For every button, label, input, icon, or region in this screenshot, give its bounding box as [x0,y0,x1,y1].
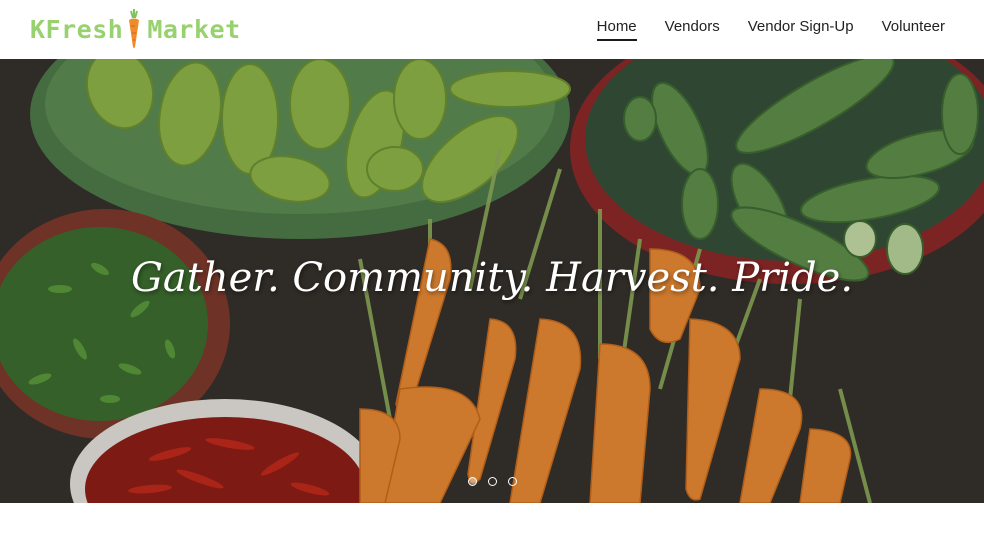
slider-dot-3[interactable] [507,477,517,486]
slider-dot-1[interactable] [467,477,477,486]
hero-tagline: Gather. Community. Harvest. Pride. [130,255,854,301]
slider-dots [0,477,984,486]
hero-slider: Gather. Community. Harvest. Pride. [0,59,984,503]
main-nav: Home Vendors Vendor Sign-Up Volunteer [596,18,945,41]
nav-volunteer[interactable]: Volunteer [882,18,945,41]
nav-vendors[interactable]: Vendors [665,18,720,41]
nav-home[interactable]: Home [596,18,637,41]
logo-text-left: KFresh [30,14,124,44]
logo[interactable]: KFresh Market [30,8,241,50]
logo-text-right: Market [147,14,241,44]
site-header: KFresh Market Home Vendors Vendor Sign-U… [0,0,984,59]
carrot-icon [127,9,141,49]
nav-vendor-signup[interactable]: Vendor Sign-Up [748,18,854,41]
slider-dot-2[interactable] [487,477,497,486]
